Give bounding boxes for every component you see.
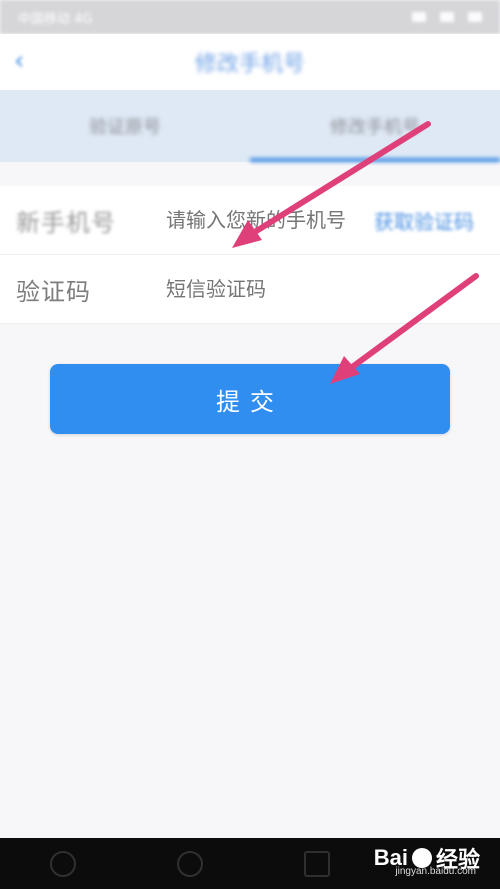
paw-icon — [411, 848, 432, 868]
wifi-icon — [440, 12, 454, 22]
code-input[interactable] — [166, 277, 366, 301]
signal-icon — [412, 12, 426, 22]
tab-label: 验证原号 — [89, 117, 161, 138]
recent-apps-icon[interactable] — [303, 850, 330, 877]
code-label: 验证码 — [16, 277, 91, 306]
back-nav-icon[interactable] — [50, 850, 77, 877]
watermark-logo: Bai 经验 jingyan.baidu.com — [373, 845, 480, 877]
page-title: 修改手机号 — [194, 52, 305, 77]
battery-icon — [468, 12, 482, 22]
phone-label: 新手机号 — [16, 208, 116, 237]
carrier-text: 中国移动 4G — [18, 11, 93, 27]
submit-button[interactable]: 提交 — [50, 364, 450, 434]
status-icons — [412, 12, 482, 22]
code-row: 验证码 — [0, 255, 500, 324]
nav-bar: ‹ 修改手机号 — [0, 34, 500, 90]
home-nav-icon[interactable] — [176, 850, 203, 877]
tab-change-phone[interactable]: 修改手机号 — [250, 90, 500, 162]
tab-active-indicator — [250, 158, 500, 162]
tab-label: 修改手机号 — [330, 117, 420, 138]
chevron-left-icon[interactable]: ‹ — [14, 46, 44, 76]
phone-input[interactable] — [166, 208, 366, 232]
tab-verify-original[interactable]: 验证原号 — [0, 90, 250, 162]
phone-row: 新手机号 获取验证码 — [0, 186, 500, 255]
watermark-site: jingyan.baidu.com — [395, 866, 476, 877]
get-code-button[interactable]: 获取验证码 — [374, 206, 474, 235]
tab-bar: 验证原号 修改手机号 — [0, 90, 500, 162]
phone-form: 新手机号 获取验证码 验证码 — [0, 186, 500, 324]
status-bar: 中国移动 4G — [0, 0, 500, 34]
